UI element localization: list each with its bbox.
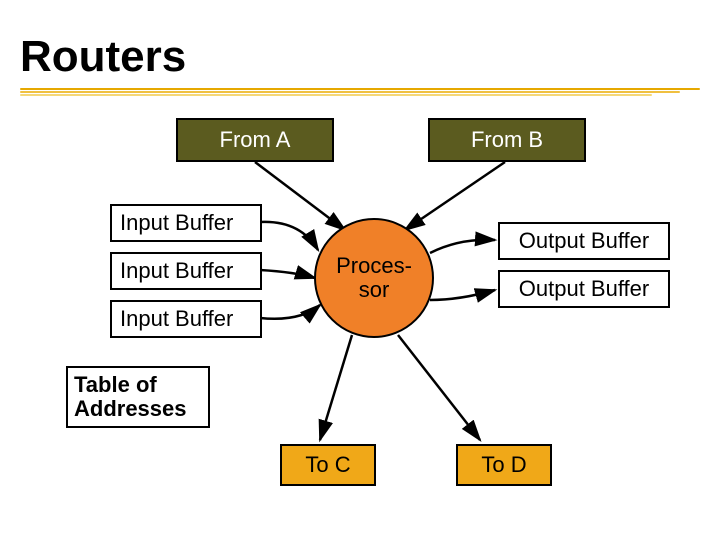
slide-title: Routers (20, 32, 186, 82)
to-d-box: To D (456, 444, 552, 486)
table-of-addresses: Table of Addresses (66, 366, 210, 428)
from-a-box: From A (176, 118, 334, 162)
from-b-box: From B (428, 118, 586, 162)
processor-node: Proces- sor (314, 218, 434, 338)
title-underline (20, 88, 700, 98)
input-buffer-1: Input Buffer (110, 204, 262, 242)
output-buffer-2: Output Buffer (498, 270, 670, 308)
output-buffer-1: Output Buffer (498, 222, 670, 260)
input-buffer-2: Input Buffer (110, 252, 262, 290)
to-c-box: To C (280, 444, 376, 486)
input-buffer-3: Input Buffer (110, 300, 262, 338)
